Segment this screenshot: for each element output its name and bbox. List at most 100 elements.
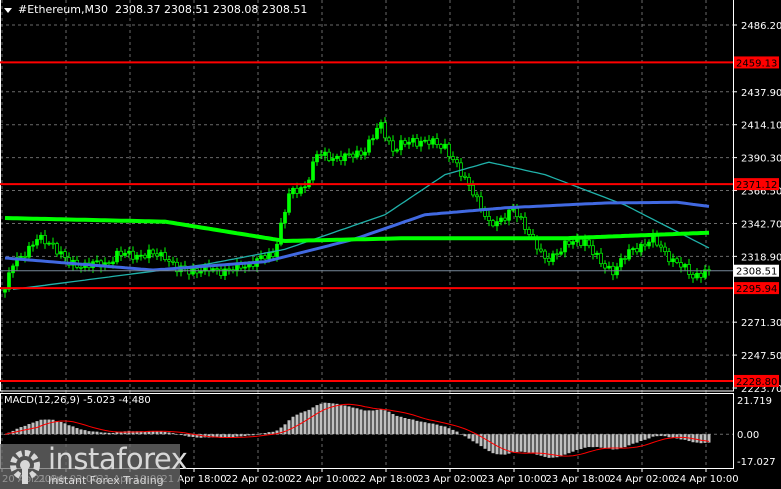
level-price-label: 2371.12 (736, 180, 777, 191)
price-chart[interactable]: 2486.202437.902414.102390.302366.502342.… (0, 0, 781, 489)
macd-histogram-bar (71, 426, 75, 435)
macd-histogram-bar (571, 434, 575, 452)
macd-histogram-bar (91, 431, 95, 435)
macd-histogram-bar (63, 423, 67, 435)
macd-histogram-bar (531, 434, 535, 454)
candle-bull (291, 187, 295, 195)
macd-histogram-bar (247, 434, 251, 436)
candle-bull (407, 141, 411, 145)
macd-histogram-bar (603, 434, 607, 449)
chart-title: #Ethereum,M30 2308.37 2308.51 2308.08 23… (4, 3, 307, 16)
candle-bear (51, 242, 55, 245)
candle-bull (287, 193, 291, 213)
macd-histogram-bar (227, 434, 231, 438)
macd-histogram-bar (335, 403, 339, 435)
macd-histogram-bar (611, 434, 615, 450)
macd-histogram-bar (647, 434, 651, 439)
macd-histogram-bar (451, 429, 455, 435)
candle-bull (127, 250, 131, 254)
candle-bear (451, 156, 455, 160)
macd-tick-label: -17.027 (737, 457, 776, 468)
macd-histogram-bar (663, 434, 667, 437)
macd-histogram-bar (287, 420, 291, 435)
macd-histogram-bar (619, 434, 623, 449)
price-tick-label: 2390.30 (741, 154, 781, 165)
candle-bear (471, 184, 475, 196)
macd-histogram-bar (471, 434, 475, 442)
macd-histogram-bar (295, 414, 299, 435)
candle-bear (359, 150, 363, 156)
watermark-brand: instaforex (48, 442, 188, 476)
macd-histogram-bar (43, 419, 47, 435)
candle-bear (679, 262, 683, 268)
macd-histogram-bar (463, 434, 467, 437)
candle-bull (199, 270, 203, 274)
price-tick-label: 2342.70 (741, 219, 781, 230)
candle-bull (495, 221, 499, 227)
candle-bull (367, 139, 371, 153)
candle-bear (591, 245, 595, 255)
price-tick-label: 2486.20 (741, 21, 781, 32)
collapse-triangle-icon[interactable] (4, 7, 12, 13)
macd-histogram-bar (567, 434, 571, 454)
main-pane-border (0, 0, 734, 392)
candle-bull (267, 252, 271, 260)
macd-histogram-bar (387, 411, 391, 435)
candle-bull (619, 258, 623, 268)
candle-bear (691, 274, 695, 279)
candle-bear (675, 258, 679, 263)
macd-tick-label: 0.00 (737, 430, 759, 441)
candle-bull (627, 249, 631, 260)
candle-bull (371, 138, 375, 141)
candle-bull (431, 138, 435, 145)
macd-histogram-bar (183, 434, 187, 436)
macd-histogram-bar (103, 432, 107, 435)
macd-histogram-bar (455, 431, 459, 435)
macd-histogram-bar (235, 434, 239, 437)
candle-bull (647, 241, 651, 247)
candle-bear (295, 187, 299, 194)
macd-histogram-bar (75, 428, 79, 435)
macd-histogram-bar (307, 409, 311, 435)
candle-bear (43, 234, 47, 245)
candle-bear (479, 196, 483, 209)
candle-bull (671, 258, 675, 263)
candle-bull (19, 256, 23, 258)
candle-bear (107, 262, 111, 265)
candle-bull (323, 151, 327, 156)
macd-histogram-bar (475, 434, 479, 444)
macd-histogram-bar (503, 434, 507, 455)
macd-histogram-bar (339, 404, 343, 435)
candle-bull (191, 268, 195, 275)
macd-histogram-bar (591, 434, 595, 448)
moving-average-slow (4, 216, 710, 244)
candle-bull (111, 261, 115, 265)
macd-histogram-bar (95, 431, 99, 435)
macd-histogram-bar (255, 434, 259, 435)
candle-bull (315, 154, 319, 163)
candle-bear (351, 153, 355, 158)
candle-bear (567, 240, 571, 245)
candle-bull (631, 248, 635, 250)
candle-bear (587, 239, 591, 247)
macd-histogram-bar (47, 419, 51, 435)
candle-bull (31, 244, 35, 247)
macd-histogram-bar (55, 421, 59, 435)
macd-histogram-bar (99, 432, 103, 435)
candle-bear (387, 137, 391, 142)
candle-bull (259, 255, 263, 260)
time-tick-label: 22 Apr 02:00 (225, 474, 290, 485)
macd-histogram-bar (291, 416, 295, 435)
candle-bear (327, 151, 331, 161)
macd-label: MACD(12,26,9) -5.023 -4.480 (4, 395, 151, 406)
macd-histogram-bar (579, 434, 583, 450)
macd-histogram-bar (487, 434, 491, 452)
candle-bull (363, 151, 367, 156)
macd-histogram-bar (111, 432, 115, 435)
macd-tick-label: 21.719 (737, 396, 772, 407)
macd-histogram-bar (375, 409, 379, 435)
time-tick-label: 23 Apr 18:00 (545, 474, 610, 485)
candle-bull (39, 234, 43, 240)
macd-histogram-bar (251, 434, 255, 436)
candle-bear (319, 154, 323, 156)
